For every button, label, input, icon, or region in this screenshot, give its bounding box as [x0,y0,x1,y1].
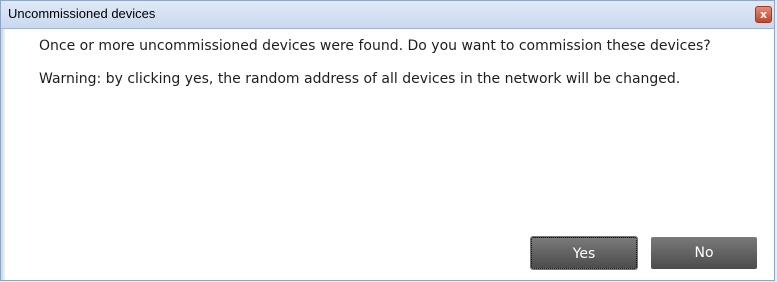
yes-button[interactable]: Yes [530,236,638,270]
close-icon[interactable]: x [755,6,772,23]
dialog-warning: Warning: by clicking yes, the random add… [39,71,681,87]
dialog-content: Once or more uncommissioned devices were… [39,37,744,103]
dialog-left-edge [1,29,5,280]
dialog-title: Uncommissioned devices [8,6,156,21]
dialog-message: Once or more uncommissioned devices were… [39,38,711,54]
uncommissioned-devices-dialog: Uncommissioned devices x Once or more un… [0,0,775,281]
dialog-titlebar[interactable]: Uncommissioned devices x [1,1,774,29]
no-button[interactable]: No [651,237,757,269]
